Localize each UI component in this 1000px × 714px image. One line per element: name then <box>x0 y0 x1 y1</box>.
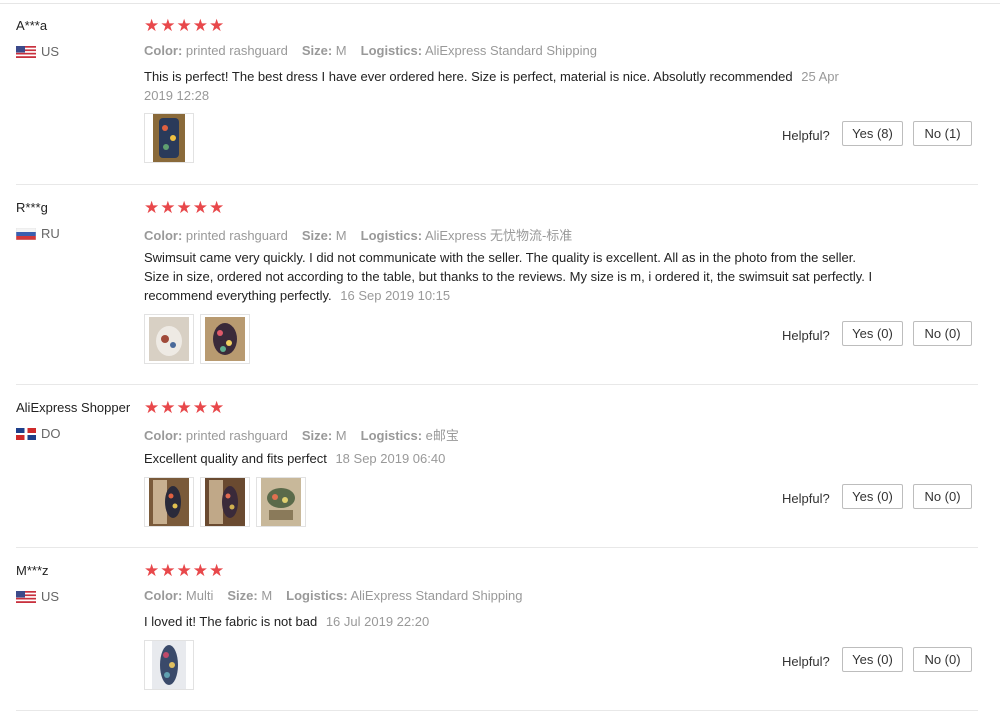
size-label: Size: <box>301 43 333 58</box>
review-text: I loved it! The fabric is not bad <box>144 614 318 629</box>
top-divider <box>0 3 1000 4</box>
review-photo-thumbnail[interactable] <box>144 640 194 690</box>
color-label: Color: <box>144 428 183 443</box>
review-photo-thumbnail[interactable] <box>200 314 250 364</box>
size-label: Size: <box>301 428 333 443</box>
review-text: This is perfect! The best dress I have e… <box>144 69 793 84</box>
reviewer-country: DO <box>16 426 61 441</box>
logistics-label: Logistics: <box>360 228 423 243</box>
helpful-yes-button[interactable]: Yes (0) <box>842 647 903 672</box>
country-code: DO <box>41 426 61 441</box>
reviewer-country: US <box>16 589 59 604</box>
review-date: 16 Jul 2019 22:20 <box>325 614 430 629</box>
country-code: US <box>41 44 60 59</box>
color-value: printed rashguard <box>185 43 288 58</box>
order-attributes: Color: printed rashguard Size: M Logistics… <box>144 43 597 58</box>
reviewer-name: AliExpress Shopper <box>16 400 131 415</box>
helpful-label: Helpful? <box>782 491 830 506</box>
order-attributes: Color: printed rashguard Size: M Logistics… <box>144 225 572 244</box>
color-label: Color: <box>144 228 183 243</box>
size-value: M <box>335 228 347 243</box>
review-photo-thumbnail[interactable] <box>144 477 194 527</box>
logistics-label: Logistics: <box>286 588 348 603</box>
review-divider <box>16 547 978 548</box>
helpful-no-button[interactable]: No (1) <box>913 121 972 146</box>
review-photos <box>144 640 194 690</box>
review-text-block: Swimsuit came very quickly. I did not co… <box>144 248 884 305</box>
order-attributes: Color: printed rashguard Size: M Logistics… <box>144 425 459 444</box>
review-text-block: Excellent quality and fits perfect 18 Se… <box>144 449 864 468</box>
review-photo-thumbnail[interactable] <box>144 314 194 364</box>
logistics-value: AliExpress Standard Shipping <box>350 588 523 603</box>
helpful-yes-button[interactable]: Yes (0) <box>842 484 903 509</box>
logistics-value: AliExpress Standard Shipping <box>424 43 597 58</box>
color-value: printed rashguard <box>185 428 288 443</box>
reviewer-name: A***a <box>16 18 48 33</box>
size-value: M <box>335 43 347 58</box>
review-photo-thumbnail[interactable] <box>256 477 306 527</box>
star-rating: ★★★★★ <box>144 561 226 580</box>
size-label: Size: <box>301 228 333 243</box>
logistics-value: AliExpress 无忧物流-标准 <box>424 228 573 243</box>
helpful-yes-button[interactable]: Yes (0) <box>842 321 903 346</box>
ru-flag-icon <box>16 227 36 240</box>
country-code: US <box>41 589 60 604</box>
helpful-label: Helpful? <box>782 654 830 669</box>
size-label: Size: <box>227 588 258 603</box>
size-value: M <box>335 428 347 443</box>
review-divider <box>16 184 978 185</box>
size-value: M <box>261 588 273 603</box>
review-text-block: This is perfect! The best dress I have e… <box>144 67 859 105</box>
star-rating: ★★★★★ <box>144 16 226 35</box>
review-text: Excellent quality and fits perfect <box>144 451 327 466</box>
order-attributes: Color: Multi Size: M Logistics: AliExpress… <box>144 588 522 603</box>
review-date: 18 Sep 2019 06:40 <box>335 451 446 466</box>
do-flag-icon <box>16 427 36 440</box>
helpful-yes-button[interactable]: Yes (8) <box>842 121 903 146</box>
country-code: RU <box>41 226 60 241</box>
color-label: Color: <box>144 588 183 603</box>
reviewer-country: RU <box>16 226 60 241</box>
review-text-block: I loved it! The fabric is not bad 16 Jul… <box>144 612 864 631</box>
helpful-label: Helpful? <box>782 128 830 143</box>
review-photos <box>144 113 194 163</box>
logistics-label: Logistics: <box>360 428 423 443</box>
helpful-label: Helpful? <box>782 328 830 343</box>
color-value: printed rashguard <box>185 228 288 243</box>
reviewer-country: US <box>16 44 59 59</box>
review-divider <box>16 710 978 711</box>
helpful-no-button[interactable]: No (0) <box>913 321 972 346</box>
review-date: 16 Sep 2019 10:15 <box>340 288 451 303</box>
helpful-no-button[interactable]: No (0) <box>913 647 972 672</box>
review-photo-thumbnail[interactable] <box>200 477 250 527</box>
star-rating: ★★★★★ <box>144 398 226 417</box>
logistics-label: Logistics: <box>360 43 423 58</box>
review-photos <box>144 314 250 364</box>
helpful-no-button[interactable]: No (0) <box>913 484 972 509</box>
star-rating: ★★★★★ <box>144 198 226 217</box>
review-text: Swimsuit came very quickly. I did not co… <box>144 250 873 303</box>
review-photos <box>144 477 306 527</box>
color-value: Multi <box>185 588 214 603</box>
us-flag-icon <box>16 590 36 603</box>
us-flag-icon <box>16 45 36 58</box>
review-divider <box>16 384 978 385</box>
review-photo-thumbnail[interactable] <box>144 113 194 163</box>
logistics-value: e邮宝 <box>425 428 459 443</box>
color-label: Color: <box>144 43 183 58</box>
reviewer-name: R***g <box>16 200 48 215</box>
reviewer-name: M***z <box>16 563 49 578</box>
